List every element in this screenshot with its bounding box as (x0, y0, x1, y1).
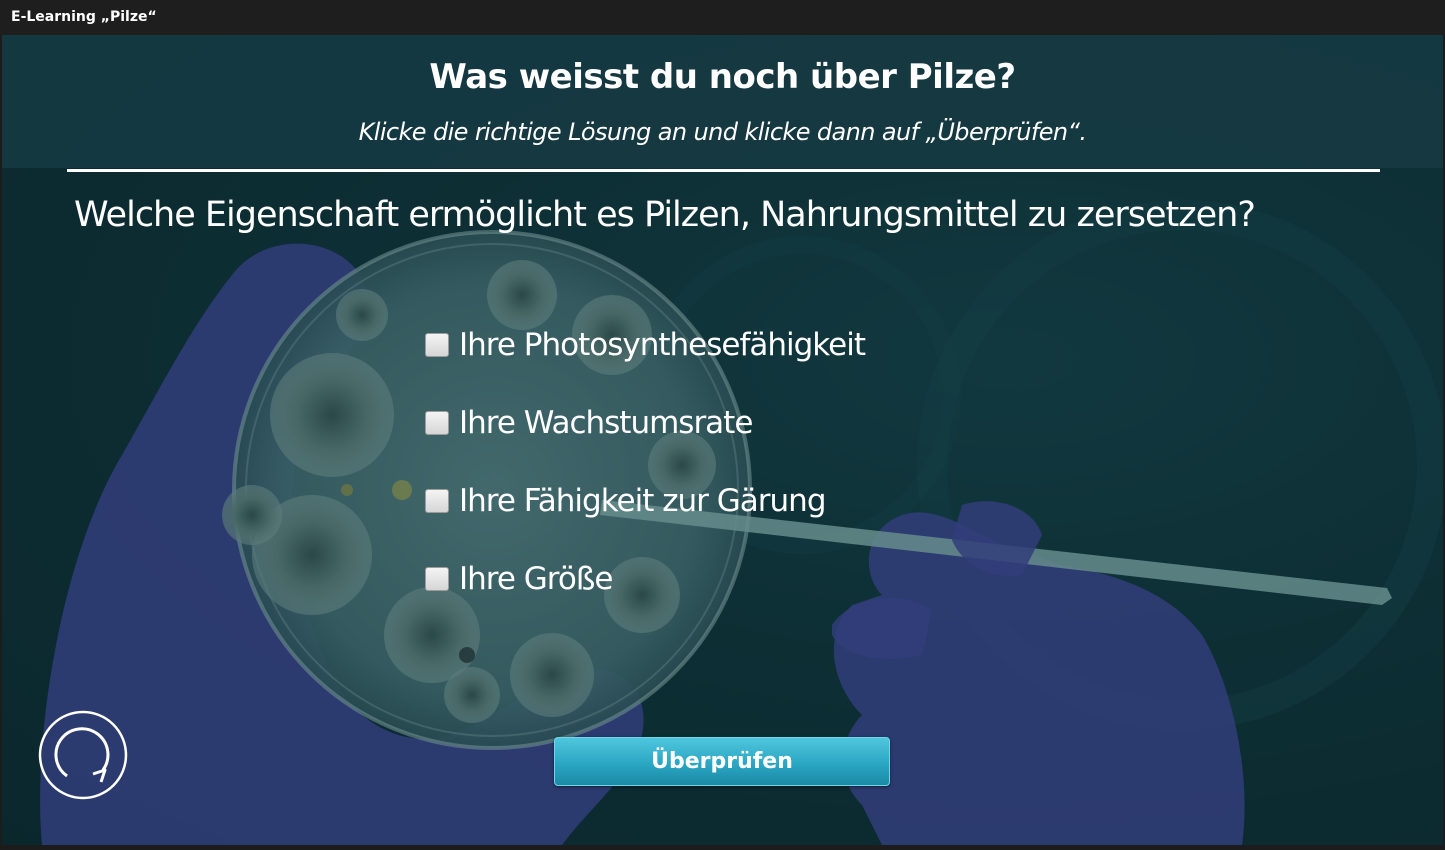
checkbox-icon[interactable] (425, 333, 449, 357)
checkbox-icon[interactable] (425, 489, 449, 513)
reset-icon (38, 710, 128, 800)
answer-option-1[interactable]: Ihre Photosynthesefähigkeit (425, 323, 866, 367)
header-band (2, 35, 1443, 168)
window-bottom-border (0, 845, 1445, 850)
slide-instruction: Klicke die richtige Lösung an und klicke… (358, 118, 1087, 146)
answer-option-label: Ihre Photosynthesefähigkeit (459, 327, 866, 363)
checkbox-icon[interactable] (425, 411, 449, 435)
question-text: Welche Eigenschaft ermöglicht es Pilzen,… (74, 195, 1256, 235)
answer-option-2[interactable]: Ihre Wachstumsrate (425, 401, 753, 445)
window-title: E-Learning „Pilze“ (0, 0, 1445, 35)
quiz-slide: Was weisst du noch über Pilze? Klicke di… (2, 35, 1443, 845)
slide-heading: Was weisst du noch über Pilze? (429, 57, 1016, 97)
divider (67, 169, 1380, 172)
answer-option-label: Ihre Größe (459, 561, 613, 597)
check-button[interactable]: Überprüfen (554, 737, 890, 786)
answer-option-label: Ihre Wachstumsrate (459, 405, 753, 441)
answer-option-label: Ihre Fähigkeit zur Gärung (459, 483, 826, 519)
answer-option-4[interactable]: Ihre Größe (425, 557, 613, 601)
reset-button[interactable] (37, 710, 129, 800)
answer-option-3[interactable]: Ihre Fähigkeit zur Gärung (425, 479, 826, 523)
checkbox-icon[interactable] (425, 567, 449, 591)
